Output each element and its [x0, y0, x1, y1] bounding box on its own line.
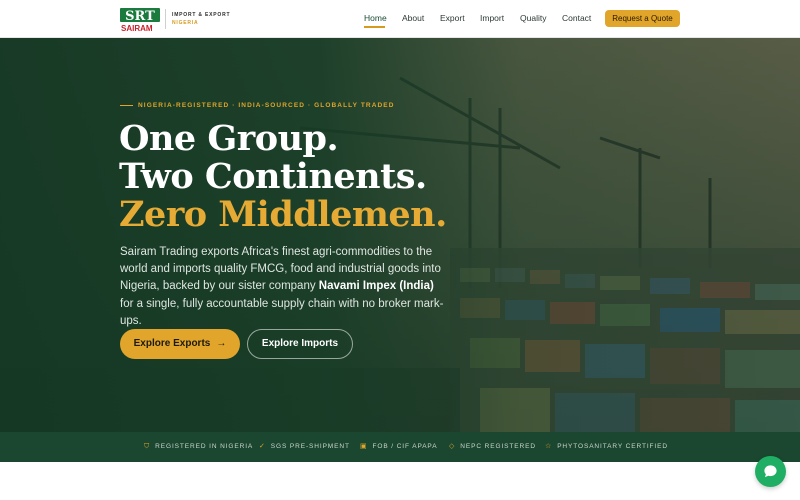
hero-eyebrow: NIGERIA-REGISTERED · INDIA-SOURCED · GLO… [138, 102, 395, 109]
explore-exports-button[interactable]: Explore Exports → [120, 329, 240, 359]
brand-logo[interactable]: SRT SAIRAM [120, 6, 160, 32]
hero-overlay [0, 38, 800, 432]
trust-badges-bar: ⛉ REGISTERED IN NIGERIA ✓ SGS PRE-SHIPMENT… [0, 432, 800, 462]
logo-text: SRT [125, 9, 155, 24]
nav-item-contact[interactable]: Contact [562, 13, 591, 23]
hero-description-highlight: Navami Impex (India) [318, 280, 434, 293]
hero-headline-line-3: Zero Middlemen. [119, 194, 447, 235]
brand-tagline-bottom: NIGERIA [172, 20, 199, 26]
explore-exports-label: Explore Exports [133, 338, 211, 349]
badge-fob-cif-apapa: ▣ FOB / CIF APAPA [360, 432, 437, 462]
brand-tagline-top: IMPORT & EXPORT [172, 12, 231, 18]
logo-divider [165, 9, 166, 29]
nav-item-about[interactable]: About [402, 13, 424, 23]
nav-item-import[interactable]: Import [480, 13, 504, 23]
chat-bubble-icon [764, 465, 777, 478]
check-circle-icon: ✓ [259, 443, 266, 450]
nav-item-home[interactable]: Home [364, 13, 387, 23]
badge-label: PHYTOSANITARY CERTIFIED [557, 443, 668, 450]
truck-icon: ▣ [360, 443, 368, 450]
shield-icon: ⛉ [144, 443, 151, 450]
hero-headline-line-2: Two Continents. [119, 156, 427, 197]
badge-label: NEPC REGISTERED [460, 443, 536, 450]
logo-name: SAIRAM [121, 24, 153, 32]
nav-active-indicator [364, 26, 385, 28]
badge-sgs-pre-shipment: ✓ SGS PRE-SHIPMENT [259, 432, 350, 462]
logo-mark: SRT SAIRAM [120, 8, 160, 32]
top-navigation: SRT SAIRAM IMPORT & EXPORT NIGERIA Home … [0, 0, 800, 38]
badge-phytosanitary-certified: ☆ PHYTOSANITARY CERTIFIED [545, 432, 668, 462]
badge-registered-nigeria: ⛉ REGISTERED IN NIGERIA [144, 432, 253, 462]
star-icon: ☆ [545, 443, 553, 450]
diamond-icon: ◇ [449, 443, 456, 450]
hero-description-part-2: for a single, fully accountable supply c… [120, 297, 444, 327]
hero-section: NIGERIA-REGISTERED · INDIA-SOURCED · GLO… [0, 38, 800, 432]
badge-label: SGS PRE-SHIPMENT [270, 443, 350, 450]
badge-label: FOB / CIF APAPA [372, 443, 438, 450]
chat-launcher-button[interactable] [755, 456, 786, 487]
hero-headline-line-1: One Group. [119, 118, 339, 159]
request-quote-button[interactable]: Request a Quote [605, 10, 680, 27]
eyebrow-line [120, 105, 133, 107]
nav-item-export[interactable]: Export [440, 13, 465, 23]
hero-description: Sairam Trading exports Africa's finest a… [120, 244, 450, 330]
explore-imports-button[interactable]: Explore Imports [247, 329, 353, 359]
badge-label: REGISTERED IN NIGERIA [155, 443, 254, 450]
badge-nepc-registered: ◇ NEPC REGISTERED [449, 432, 536, 462]
arrow-right-icon: → [216, 338, 227, 349]
nav-item-quality[interactable]: Quality [520, 13, 546, 23]
